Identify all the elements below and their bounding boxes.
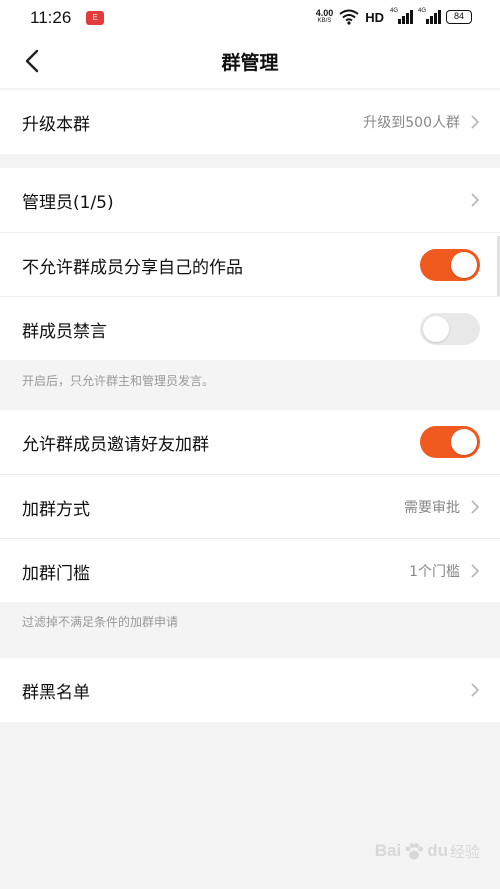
status-indicators: 4.00 KB/S HD 4G 4G 84: [316, 8, 472, 25]
share-works-row: 不允许群成员分享自己的作品: [0, 232, 500, 296]
share-works-label: 不允许群成员分享自己的作品: [22, 258, 243, 278]
watermark-brand: Bai: [374, 841, 402, 860]
chevron-right-icon: [471, 500, 480, 514]
mute-members-label: 群成员禁言: [22, 322, 107, 342]
admins-row[interactable]: 管理员(1/5): [0, 168, 500, 232]
signal-icon: 4G: [418, 8, 441, 24]
baidu-watermark: Bai du 经验: [375, 840, 480, 862]
signal-label: 4G: [390, 8, 399, 14]
wifi-icon: [339, 9, 359, 25]
chevron-right-icon: [471, 193, 480, 207]
toggle-knob: [451, 429, 477, 455]
join-threshold-label: 加群门槛: [22, 564, 90, 584]
net-speed-unit: KB/S: [317, 18, 332, 24]
join-section: 允许群成员邀请好友加群 加群方式 需要审批 加群门槛 1个门槛: [0, 410, 500, 602]
blacklist-section: 群黑名单: [0, 658, 500, 722]
mute-members-row: 群成员禁言: [0, 296, 500, 360]
upgrade-group-label: 升级本群: [22, 115, 90, 135]
battery-icon: 84: [446, 10, 472, 24]
net-speed: 4.00 KB/S: [316, 9, 334, 25]
join-threshold-row[interactable]: 加群门槛 1个门槛: [0, 538, 500, 602]
net-speed-value: 4.00: [315, 8, 334, 18]
mute-hint: 开启后，只允许群主和管理员发言。: [22, 374, 215, 388]
chevron-right-icon: [471, 115, 480, 129]
signal-icon: 4G: [390, 8, 413, 24]
toggle-knob: [451, 252, 477, 278]
toggle-knob: [423, 316, 449, 342]
join-method-label: 加群方式: [22, 500, 90, 520]
upgrade-section: 升级本群 升级到500人群: [0, 90, 500, 154]
chevron-right-icon: [471, 564, 480, 578]
signal-label: 4G: [418, 8, 427, 14]
upgrade-group-value: 升级到500人群: [363, 115, 460, 131]
blacklist-label: 群黑名单: [22, 683, 90, 703]
paw-icon: [405, 843, 424, 860]
nav-bar: 群管理: [0, 36, 500, 88]
watermark-brand2: du: [427, 841, 448, 860]
allow-invite-row: 允许群成员邀请好友加群: [0, 410, 500, 474]
chevron-right-icon: [471, 683, 480, 697]
join-method-value: 需要审批: [404, 500, 460, 516]
allow-invite-toggle[interactable]: [420, 426, 480, 458]
share-works-toggle[interactable]: [420, 249, 480, 281]
join-method-row[interactable]: 加群方式 需要审批: [0, 474, 500, 538]
admin-section: 管理员(1/5) 不允许群成员分享自己的作品 群成员禁言: [0, 168, 500, 360]
status-bar: 11:26 E 4.00 KB/S HD 4G 4G 84: [0, 0, 500, 36]
watermark-suffix: 经验: [449, 842, 480, 861]
hd-indicator: HD: [365, 9, 384, 25]
notification-badge-icon: E: [86, 11, 104, 25]
upgrade-group-row[interactable]: 升级本群 升级到500人群: [0, 90, 500, 154]
page-title: 群管理: [221, 52, 279, 74]
allow-invite-label: 允许群成员邀请好友加群: [22, 435, 209, 455]
admins-label: 管理员(1/5): [22, 193, 114, 213]
blacklist-row[interactable]: 群黑名单: [0, 658, 500, 722]
mute-members-toggle[interactable]: [420, 313, 480, 345]
status-time: 11:26: [30, 8, 72, 27]
join-threshold-value: 1个门槛: [409, 564, 460, 580]
join-threshold-hint: 过滤掉不满足条件的加群申请: [22, 615, 179, 629]
